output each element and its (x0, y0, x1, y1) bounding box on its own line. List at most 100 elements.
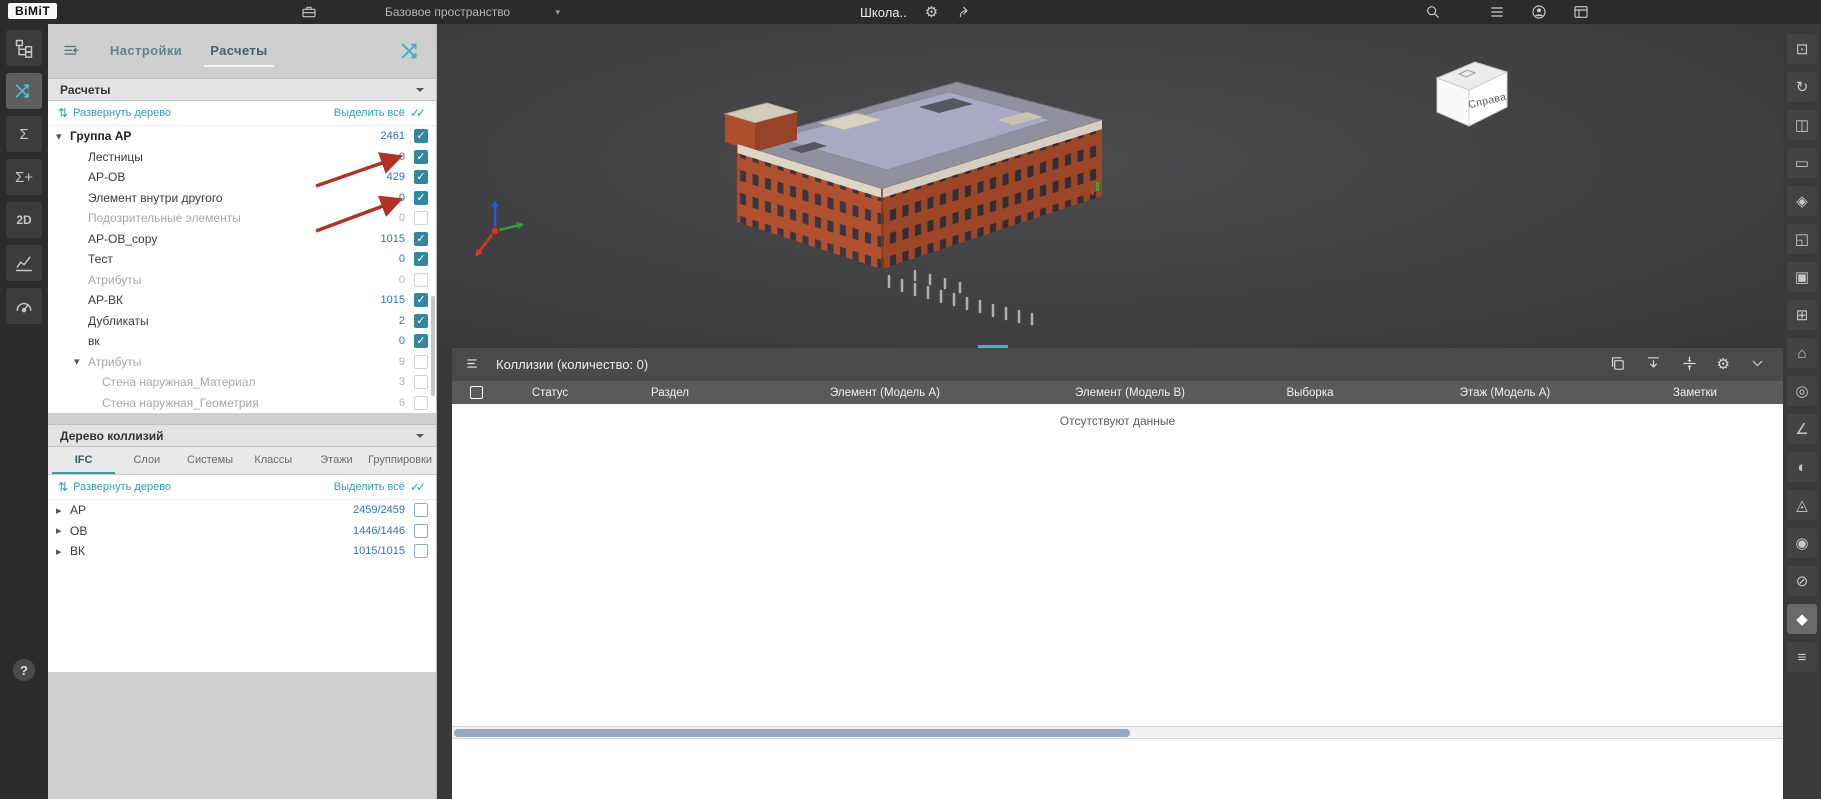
fit-rows-icon[interactable] (1681, 355, 1698, 375)
row-checkbox[interactable] (414, 211, 428, 225)
column-header[interactable]: Выборка (1230, 387, 1390, 399)
row-checkbox[interactable] (414, 334, 428, 348)
tree-row[interactable]: Атрибуты 9 (48, 352, 436, 373)
gauge-icon[interactable] (6, 288, 42, 324)
grid-icon[interactable]: ⊞ (1787, 300, 1817, 330)
viewports-icon[interactable]: ◫ (1787, 110, 1817, 140)
row-checkbox[interactable] (414, 252, 428, 266)
navigation-cube[interactable]: Справа (1425, 50, 1517, 134)
clash-detection-icon[interactable] (6, 73, 42, 109)
account-icon[interactable] (1530, 3, 1548, 21)
select-all-link[interactable]: Выделить всё ✓✓ (334, 106, 426, 120)
row-checkbox[interactable] (414, 396, 428, 410)
column-header[interactable]: Элемент (Модель А) (740, 387, 1030, 399)
orbit-icon[interactable]: ↻ (1787, 72, 1817, 102)
scrollbar-thumb[interactable] (431, 296, 435, 396)
calculations-section-header[interactable]: Расчеты (48, 78, 436, 101)
row-checkbox[interactable] (414, 503, 428, 517)
expand-caret-icon[interactable] (56, 130, 70, 143)
render-mode-icon[interactable]: ◐ (1787, 452, 1817, 482)
home-view-icon[interactable]: ⌂ (1787, 338, 1817, 368)
clash-detection-icon[interactable] (398, 38, 424, 64)
eye-off-icon[interactable]: ⊘ (1787, 566, 1817, 596)
column-header[interactable]: Статус (500, 387, 600, 399)
filter-icon[interactable]: ◆ (1787, 604, 1817, 634)
collision-tree-section-header[interactable]: Дерево коллизий (48, 424, 436, 447)
sum-add-icon[interactable]: Σ+ (6, 159, 42, 195)
row-checkbox[interactable] (414, 150, 428, 164)
tree-row[interactable]: Подозрительные элементы 0 (48, 208, 436, 229)
collision-tree-tab[interactable]: Системы (178, 447, 241, 474)
axis-gizmo[interactable] (463, 196, 535, 268)
tree-row[interactable]: Тест 0 (48, 249, 436, 270)
import-icon[interactable] (1645, 355, 1662, 375)
row-checkbox[interactable] (414, 544, 428, 558)
column-header[interactable]: Раздел (600, 387, 740, 399)
row-checkbox[interactable] (414, 355, 428, 369)
expand-caret-icon[interactable] (56, 545, 70, 558)
collision-tree-tab[interactable]: IFC (52, 447, 115, 474)
collision-tree-tab[interactable]: Группировки (368, 447, 432, 474)
expand-tree-link[interactable]: ⇅ Развернуть дерево (58, 480, 171, 494)
expand-caret-icon[interactable] (74, 355, 88, 368)
select-all-checkbox[interactable] (470, 386, 483, 399)
focus-icon[interactable]: ◎ (1787, 376, 1817, 406)
tree-row[interactable]: вк 0 (48, 331, 436, 352)
2d-view-icon[interactable]: 2D (6, 202, 42, 238)
row-checkbox[interactable] (414, 293, 428, 307)
menu-list-icon[interactable] (1488, 3, 1506, 21)
clip-plane-icon[interactable]: ◱ (1787, 224, 1817, 254)
expand-caret-icon[interactable] (56, 504, 70, 517)
chevron-down-icon[interactable] (1749, 355, 1766, 375)
collision-tree-tab[interactable]: Слои (115, 447, 178, 474)
viewport-3d[interactable]: Справа (437, 24, 1783, 348)
select-all-link[interactable]: Выделить всё ✓✓ (334, 480, 426, 494)
workspace-selector[interactable]: Базовое пространство ▾ (385, 0, 560, 24)
tree-row[interactable]: ОВ 1446/1446 (48, 521, 436, 542)
column-header[interactable]: Элемент (Модель B) (1030, 387, 1230, 399)
briefcase-icon[interactable] (300, 3, 318, 21)
settings-gear-icon[interactable]: ⚙ (925, 5, 938, 20)
row-checkbox[interactable] (414, 273, 428, 287)
row-checkbox[interactable] (414, 232, 428, 246)
layers-icon[interactable]: ≡ (1787, 642, 1817, 672)
angle-icon[interactable]: ∠ (1787, 414, 1817, 444)
measure-icon[interactable]: ▭ (1787, 148, 1817, 178)
tree-row[interactable]: ВК 1015/1015 (48, 541, 436, 562)
column-header[interactable]: Этаж (Модель А) (1390, 387, 1620, 399)
column-header[interactable]: Заметки (1620, 387, 1770, 399)
horizontal-scrollbar[interactable] (452, 726, 1783, 739)
row-checkbox[interactable] (414, 524, 428, 538)
row-checkbox[interactable] (414, 129, 428, 143)
tree-row[interactable]: Лестницы 0 (48, 147, 436, 168)
collision-tree-tab[interactable]: Этажи (305, 447, 368, 474)
tree-row[interactable]: АР-ВК 1015 (48, 290, 436, 311)
section-box-icon[interactable]: ▣ (1787, 262, 1817, 292)
marker-icon[interactable]: ◈ (1787, 186, 1817, 216)
panel-menu-icon[interactable] (60, 40, 82, 62)
row-checkbox[interactable] (414, 375, 428, 389)
charts-icon[interactable] (6, 245, 42, 281)
panel-tab[interactable]: Настройки (104, 35, 188, 67)
collisions-menu-icon[interactable] (465, 355, 482, 375)
search-icon[interactable] (1424, 3, 1442, 21)
scrollbar-thumb[interactable] (454, 729, 1130, 737)
row-checkbox[interactable] (414, 170, 428, 184)
screenshot-icon[interactable]: ⊡ (1787, 34, 1817, 64)
expand-tree-link[interactable]: ⇅ Развернуть дерево (58, 106, 171, 120)
tree-row[interactable]: Атрибуты 0 (48, 270, 436, 291)
tree-row[interactable]: Группа АР 2461 (48, 126, 436, 147)
eye-icon[interactable]: ◉ (1787, 528, 1817, 558)
tree-row[interactable]: Дубликаты 2 (48, 311, 436, 332)
tree-row[interactable]: Стена наружная_Материал 3 (48, 372, 436, 393)
share-icon[interactable] (956, 3, 974, 21)
panel-tab[interactable]: Расчеты (204, 35, 274, 67)
model-tree-icon[interactable] (6, 30, 42, 66)
collision-tree-tab[interactable]: Классы (242, 447, 305, 474)
row-checkbox[interactable] (414, 314, 428, 328)
tree-row[interactable]: Элемент внутри другого 0 (48, 188, 436, 209)
tree-row[interactable]: АР-ОВ_copy 1015 (48, 229, 436, 250)
sum-icon[interactable]: Σ (6, 116, 42, 152)
explode-icon[interactable]: ◬ (1787, 490, 1817, 520)
help-icon[interactable]: ? (13, 659, 35, 681)
